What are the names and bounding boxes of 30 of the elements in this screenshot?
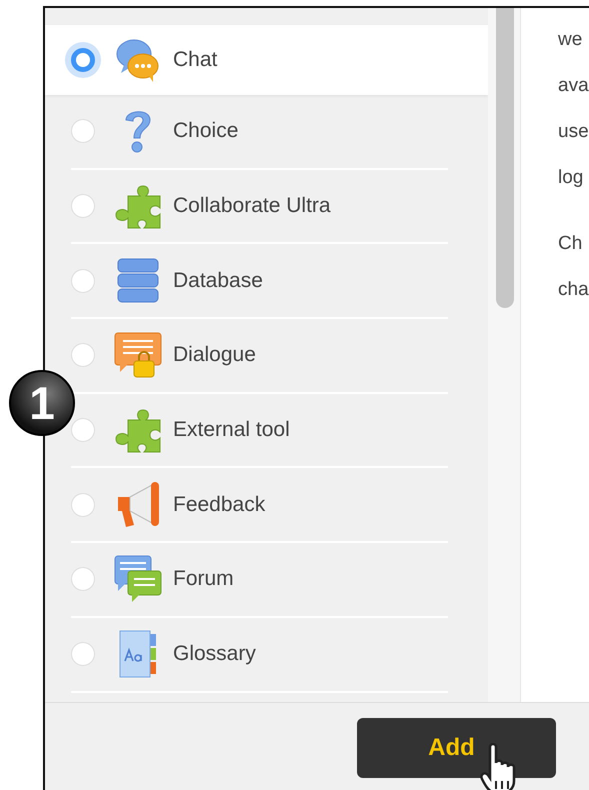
database-icon [117, 258, 159, 304]
chat-bubbles-icon [115, 37, 161, 83]
activity-option[interactable]: Collaborate Ultra [71, 170, 448, 244]
radio-button[interactable] [71, 268, 95, 293]
glossary-book-icon [118, 630, 158, 678]
description-text: we [558, 28, 584, 52]
activity-option[interactable]: External tool [71, 394, 448, 468]
forum-bubbles-icon [114, 555, 162, 604]
radio-button[interactable] [71, 492, 95, 517]
activity-option[interactable]: Database [71, 244, 448, 320]
activity-option[interactable]: Dialogue [71, 319, 448, 394]
speech-bubble-with-lock-icon [114, 332, 162, 378]
step-number-badge: 1 [9, 370, 75, 436]
radio-button[interactable] [71, 567, 95, 592]
radio-button[interactable] [71, 194, 95, 218]
scrollbar-thumb[interactable] [496, 8, 514, 308]
description-text: ava [558, 74, 589, 98]
activity-option[interactable]: Chat [45, 25, 488, 95]
description-text: cha [558, 278, 589, 302]
activity-option[interactable]: Forum [71, 543, 448, 618]
radio-button[interactable] [71, 119, 95, 144]
radio-button[interactable] [71, 642, 95, 666]
radio-button[interactable] [71, 418, 95, 442]
activity-option[interactable]: Feedback [71, 468, 448, 544]
description-text: use [558, 120, 589, 144]
activity-option[interactable]: Choice [71, 95, 448, 170]
activity-option[interactable]: Glossary [71, 618, 448, 692]
description-text: Ch [558, 232, 584, 256]
radio-button[interactable] [71, 343, 95, 368]
description-text: log [558, 166, 584, 190]
